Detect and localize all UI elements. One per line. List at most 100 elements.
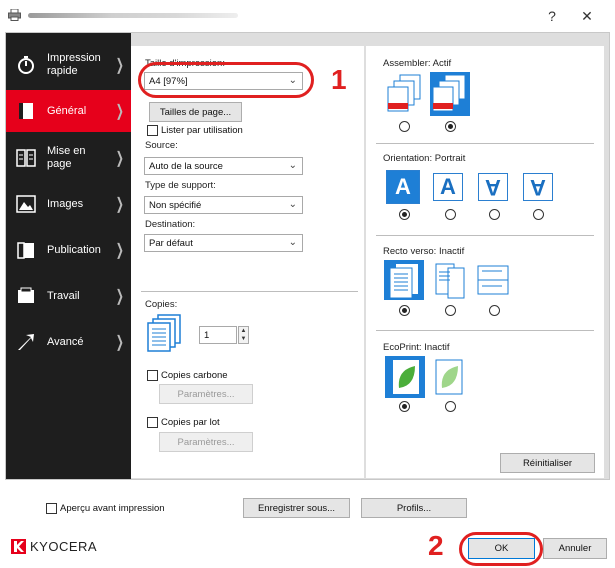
collate-off-radio[interactable] xyxy=(399,121,410,132)
copies-label: Copies: xyxy=(145,299,178,310)
sidebar-item-label: Images xyxy=(47,197,84,210)
sidebar-item-job[interactable]: Travail ❯ xyxy=(6,275,131,317)
duplex-short-edge-icon[interactable] xyxy=(474,260,514,300)
source-label: Source: xyxy=(145,140,178,151)
kyocera-logo-mark xyxy=(11,539,26,554)
kyocera-logo: KYOCERA xyxy=(10,538,97,555)
sidebar-item-label: Général xyxy=(47,104,87,117)
callout-number-2: 2 xyxy=(428,530,444,561)
orientation-landscape-tile[interactable]: A xyxy=(433,173,463,201)
collate-off-icon[interactable] xyxy=(385,73,425,115)
orientation-landscape-radio[interactable] xyxy=(445,209,456,220)
destination-select[interactable]: Par défaut ⌄ xyxy=(144,234,303,252)
callout-ring-1 xyxy=(138,62,314,98)
divider xyxy=(376,330,594,331)
chevron-down-icon: ⌄ xyxy=(288,237,297,248)
sidebar-item-label: Impression rapide xyxy=(47,52,101,77)
batch-copies-checkbox[interactable] xyxy=(147,417,158,428)
source-select[interactable]: Auto de la source ⌄ xyxy=(144,157,303,175)
document-icon xyxy=(15,100,37,122)
image-icon xyxy=(15,193,37,215)
orientation-portrait-radio[interactable] xyxy=(399,209,410,220)
ecoprint-off-icon[interactable] xyxy=(385,356,425,398)
arrow-up-right-icon xyxy=(15,331,37,353)
copies-icon xyxy=(146,313,186,353)
sidebar-item-advanced[interactable]: Avancé ❯ xyxy=(6,321,131,363)
stopwatch-icon xyxy=(15,54,37,76)
save-as-button[interactable]: Enregistrer sous... xyxy=(243,498,350,518)
duplex-long-edge-radio[interactable] xyxy=(445,305,456,316)
divider xyxy=(376,143,594,144)
source-value: Auto de la source xyxy=(149,160,223,172)
duplex-label: Recto verso: Inactif xyxy=(383,246,465,257)
chevron-right-icon: ❯ xyxy=(115,57,124,74)
brand-name: KYOCERA xyxy=(30,539,98,554)
print-preview-label: Aperçu avant impression xyxy=(60,503,165,514)
media-type-select[interactable]: Non spécifié ⌄ xyxy=(144,196,303,214)
copies-input[interactable]: 1 xyxy=(199,326,237,344)
collate-on-radio[interactable] xyxy=(445,121,456,132)
duplex-off-radio[interactable] xyxy=(399,305,410,316)
orientation-rotated-portrait-tile[interactable]: A xyxy=(478,173,508,201)
orientation-label: Orientation: Portrait xyxy=(383,153,466,164)
carbon-copies-checkbox[interactable] xyxy=(147,370,158,381)
sidebar-item-label: Publication xyxy=(47,243,101,256)
ecoprint-label: EcoPrint: Inactif xyxy=(383,342,450,353)
chevron-down-icon: ⌄ xyxy=(288,160,297,171)
orientation-portrait-tile[interactable]: A xyxy=(386,170,420,204)
help-button[interactable]: ? xyxy=(542,8,562,24)
chevron-right-icon: ❯ xyxy=(115,242,124,259)
print-preview-checkbox[interactable] xyxy=(46,503,57,514)
list-by-use-checkbox[interactable] xyxy=(147,125,158,136)
layout-icon xyxy=(15,147,37,169)
carbon-copies-settings-button[interactable]: Paramètres... xyxy=(159,384,253,404)
destination-value: Par défaut xyxy=(149,237,193,249)
duplex-off-icon[interactable] xyxy=(384,260,424,300)
carbon-copies-label: Copies carbone xyxy=(161,370,228,381)
media-type-label: Type de support: xyxy=(145,180,216,191)
batch-copies-label: Copies par lot xyxy=(161,417,220,428)
copies-stepper[interactable]: ▲ ▼ xyxy=(238,326,249,344)
sidebar: Impression rapide ❯ Général ❯ Mise en pa… xyxy=(6,33,131,479)
ok-button[interactable]: OK xyxy=(468,538,535,559)
profiles-button[interactable]: Profils... xyxy=(361,498,467,518)
publishing-icon xyxy=(15,239,37,261)
printer-icon xyxy=(8,8,21,21)
orientation-rotated-landscape-radio[interactable] xyxy=(533,209,544,220)
destination-label: Destination: xyxy=(145,219,196,230)
chevron-right-icon: ❯ xyxy=(115,334,124,351)
sidebar-item-general[interactable]: Général ❯ xyxy=(6,90,131,132)
orientation-rotated-landscape-tile[interactable]: A xyxy=(523,173,553,201)
page-sizes-button[interactable]: Tailles de page... xyxy=(149,102,242,122)
window-title-blurred xyxy=(28,13,238,18)
sidebar-item-label: Travail xyxy=(47,289,80,302)
chevron-right-icon: ❯ xyxy=(115,288,124,305)
sidebar-item-label: Mise en page xyxy=(47,145,86,170)
reset-button[interactable]: Réinitialiser xyxy=(500,453,595,473)
collate-on-icon[interactable] xyxy=(430,72,470,116)
divider xyxy=(376,235,594,236)
sidebar-item-layout[interactable]: Mise en page ❯ xyxy=(6,137,131,179)
duplex-short-edge-radio[interactable] xyxy=(489,305,500,316)
collate-label: Assembler: Actif xyxy=(383,58,452,69)
cancel-button[interactable]: Annuler xyxy=(543,538,607,559)
batch-copies-settings-button[interactable]: Paramètres... xyxy=(159,432,253,452)
close-button[interactable]: ✕ xyxy=(577,8,597,25)
duplex-long-edge-icon[interactable] xyxy=(430,260,470,300)
job-tray-icon xyxy=(15,285,37,307)
media-type-value: Non spécifié xyxy=(149,199,202,211)
ecoprint-off-radio[interactable] xyxy=(399,401,410,412)
callout-number-1: 1 xyxy=(331,64,347,95)
sidebar-item-label: Avancé xyxy=(47,335,84,348)
chevron-right-icon: ❯ xyxy=(115,103,124,120)
sidebar-item-images[interactable]: Images ❯ xyxy=(6,183,131,225)
copies-value: 1 xyxy=(204,329,210,341)
orientation-rotated-portrait-radio[interactable] xyxy=(489,209,500,220)
title-bar: ? ✕ xyxy=(0,0,615,32)
chevron-right-icon: ❯ xyxy=(115,196,124,213)
sidebar-item-publishing[interactable]: Publication ❯ xyxy=(6,229,131,271)
sidebar-item-quick-print[interactable]: Impression rapide ❯ xyxy=(6,43,131,87)
divider xyxy=(141,291,358,292)
ecoprint-on-radio[interactable] xyxy=(445,401,456,412)
ecoprint-on-icon[interactable] xyxy=(432,358,466,396)
